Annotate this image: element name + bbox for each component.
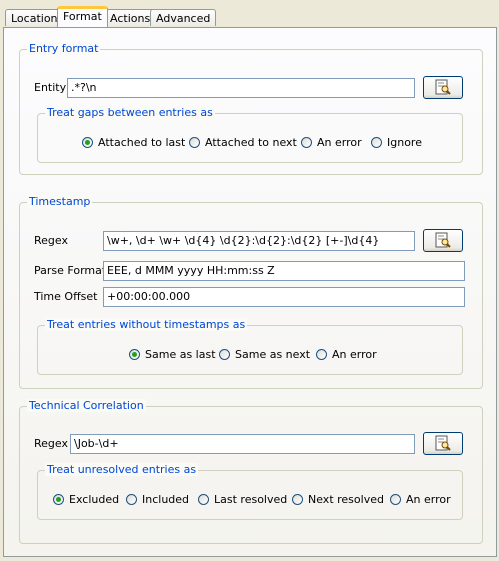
regex-test-icon bbox=[435, 435, 451, 451]
regex-test-icon bbox=[435, 232, 451, 248]
radio-icon bbox=[292, 494, 303, 505]
radio-label: Included bbox=[142, 493, 190, 506]
radio-label: Same as next bbox=[235, 348, 311, 361]
unresolved-legend: Treat unresolved entries as bbox=[45, 463, 199, 476]
radio-label: Next resolved bbox=[308, 493, 384, 506]
entity-label: Entity bbox=[34, 81, 67, 94]
radio-label: An error bbox=[332, 348, 377, 361]
tab-actions[interactable]: Actions bbox=[104, 9, 157, 26]
correlation-legend: Technical Correlation bbox=[27, 399, 146, 412]
radio-icon bbox=[189, 137, 200, 148]
unresolved-radio-next-resolved[interactable]: Next resolved bbox=[292, 493, 384, 506]
tab-format[interactable]: Format bbox=[57, 6, 108, 27]
timestamp-regex-input[interactable]: \w+, \d+ \w+ \d{4} \d{2}:\d{2}:\d{2} [+-… bbox=[103, 231, 415, 251]
radio-label: Attached to last bbox=[98, 136, 186, 149]
radio-label: Ignore bbox=[387, 136, 422, 149]
radio-icon bbox=[219, 349, 230, 360]
gaps-radio-attached-next[interactable]: Attached to next bbox=[189, 136, 297, 149]
radio-icon bbox=[371, 137, 382, 148]
radio-selected-icon bbox=[53, 494, 64, 505]
without-timestamps-legend: Treat entries without timestamps as bbox=[45, 318, 248, 331]
timestamp-regex-label: Regex bbox=[34, 234, 68, 247]
time-offset-label: Time Offset bbox=[34, 290, 98, 303]
tab-advanced[interactable]: Advanced bbox=[150, 9, 217, 26]
gaps-legend: Treat gaps between entries as bbox=[45, 106, 215, 119]
radio-icon bbox=[198, 494, 209, 505]
timestamp-legend: Timestamp bbox=[27, 195, 93, 208]
parse-format-input[interactable]: EEE, d MMM yyyy HH:mm:ss Z bbox=[103, 261, 465, 281]
unresolved-radio-error[interactable]: An error bbox=[390, 493, 451, 506]
correlation-group: Technical Correlation Regex \Job-\d+ Tre… bbox=[19, 399, 483, 544]
unresolved-radio-included[interactable]: Included bbox=[126, 493, 189, 506]
entry-format-group: Entry format Entity .*?\n Treat gaps bet… bbox=[19, 42, 483, 175]
without-timestamps-group: Treat entries without timestamps as Same… bbox=[37, 318, 463, 375]
correlation-regex-label: Regex bbox=[34, 437, 68, 450]
parse-format-label: Parse Format bbox=[34, 264, 107, 277]
timestamp-group: Timestamp Regex \w+, \d+ \w+ \d{4} \d{2}… bbox=[19, 195, 483, 389]
radio-label: An error bbox=[406, 493, 451, 506]
correlation-test-button[interactable] bbox=[423, 432, 463, 455]
radio-icon bbox=[316, 349, 327, 360]
regex-test-icon bbox=[435, 79, 451, 95]
radio-icon bbox=[390, 494, 401, 505]
format-panel: Entry format Entity .*?\n Treat gaps bet… bbox=[3, 27, 497, 557]
unresolved-radio-last-resolved[interactable]: Last resolved bbox=[198, 493, 287, 506]
entity-input[interactable]: .*?\n bbox=[67, 78, 415, 98]
gaps-group: Treat gaps between entries as Attached t… bbox=[37, 106, 463, 163]
radio-label: Attached to next bbox=[205, 136, 297, 149]
without-radio-error[interactable]: An error bbox=[316, 348, 377, 361]
gaps-radio-ignore[interactable]: Ignore bbox=[371, 136, 422, 149]
gaps-radio-error[interactable]: An error bbox=[301, 136, 362, 149]
tab-location[interactable]: Location bbox=[5, 9, 64, 26]
radio-label: Last resolved bbox=[214, 493, 288, 506]
radio-selected-icon bbox=[82, 137, 93, 148]
gaps-radio-attached-last[interactable]: Attached to last bbox=[82, 136, 185, 149]
radio-label: Same as last bbox=[145, 348, 216, 361]
correlation-regex-input[interactable]: \Job-\d+ bbox=[70, 434, 415, 454]
without-radio-same-last[interactable]: Same as last bbox=[129, 348, 216, 361]
unresolved-radio-excluded[interactable]: Excluded bbox=[53, 493, 119, 506]
tab-strip: Location Format Actions Advanced bbox=[3, 6, 498, 27]
entry-format-legend: Entry format bbox=[27, 42, 101, 55]
timestamp-test-button[interactable] bbox=[423, 229, 463, 252]
radio-selected-icon bbox=[129, 349, 140, 360]
time-offset-input[interactable]: +00:00:00.000 bbox=[103, 287, 465, 307]
radio-icon bbox=[126, 494, 137, 505]
radio-label: Excluded bbox=[69, 493, 120, 506]
radio-label: An error bbox=[317, 136, 362, 149]
radio-icon bbox=[301, 137, 312, 148]
unresolved-group: Treat unresolved entries as Excluded Inc… bbox=[37, 463, 463, 520]
without-radio-same-next[interactable]: Same as next bbox=[219, 348, 310, 361]
entity-test-button[interactable] bbox=[423, 76, 463, 99]
